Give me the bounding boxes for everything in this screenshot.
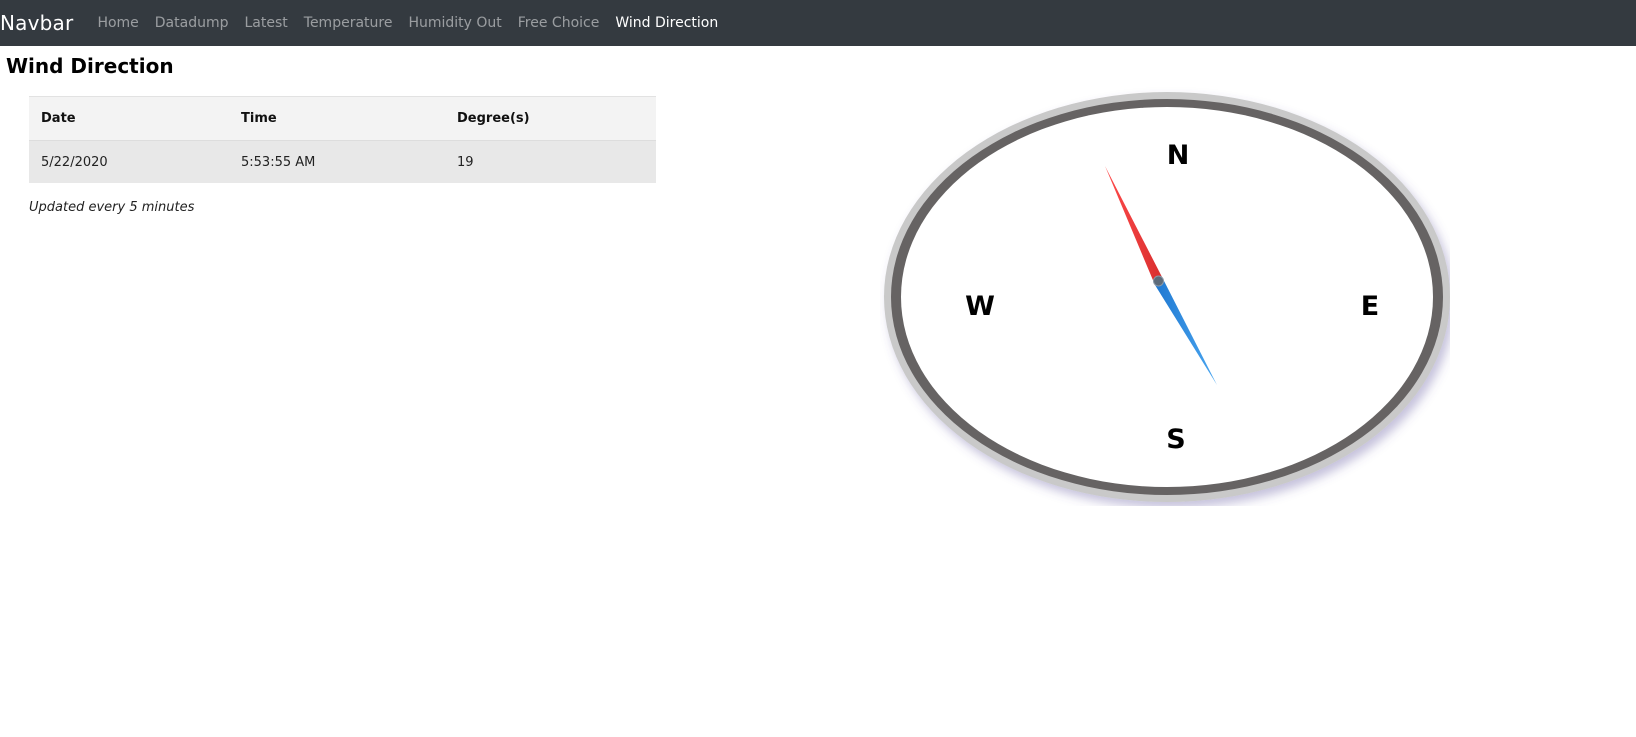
compass-label-north: N <box>1167 140 1190 171</box>
nav-link-humidity-out[interactable]: Humidity Out <box>408 15 501 31</box>
cell-degrees: 19 <box>445 140 656 183</box>
update-note: Updated every 5 minutes <box>29 200 195 215</box>
compass-label-west: W <box>965 291 995 322</box>
navbar-brand[interactable]: Navbar <box>0 11 73 35</box>
compass: N W E S <box>884 92 1450 502</box>
nav-links: Home Datadump Latest Temperature Humidit… <box>97 15 734 31</box>
header-degrees: Degree(s) <box>445 96 656 141</box>
table-header-row: Date Time Degree(s) <box>29 96 656 141</box>
header-date: Date <box>29 96 229 141</box>
nav-link-free-choice[interactable]: Free Choice <box>518 15 600 31</box>
nav-link-wind-direction[interactable]: Wind Direction <box>615 15 718 31</box>
nav-link-latest[interactable]: Latest <box>245 15 288 31</box>
header-time: Time <box>229 96 445 141</box>
navbar: Navbar Home Datadump Latest Temperature … <box>0 0 1636 46</box>
compass-label-south: S <box>1166 424 1185 455</box>
table-row: 5/22/2020 5:53:55 AM 19 <box>29 140 656 183</box>
wind-data-table: Date Time Degree(s) 5/22/2020 5:53:55 AM… <box>29 96 656 183</box>
nav-link-home[interactable]: Home <box>97 15 138 31</box>
nav-link-datadump[interactable]: Datadump <box>155 15 229 31</box>
needle-pivot <box>1153 275 1164 287</box>
nav-link-temperature[interactable]: Temperature <box>304 15 393 31</box>
compass-label-east: E <box>1361 291 1379 322</box>
page-title: Wind Direction <box>6 54 174 78</box>
cell-time: 5:53:55 AM <box>229 140 445 183</box>
cell-date: 5/22/2020 <box>29 140 229 183</box>
